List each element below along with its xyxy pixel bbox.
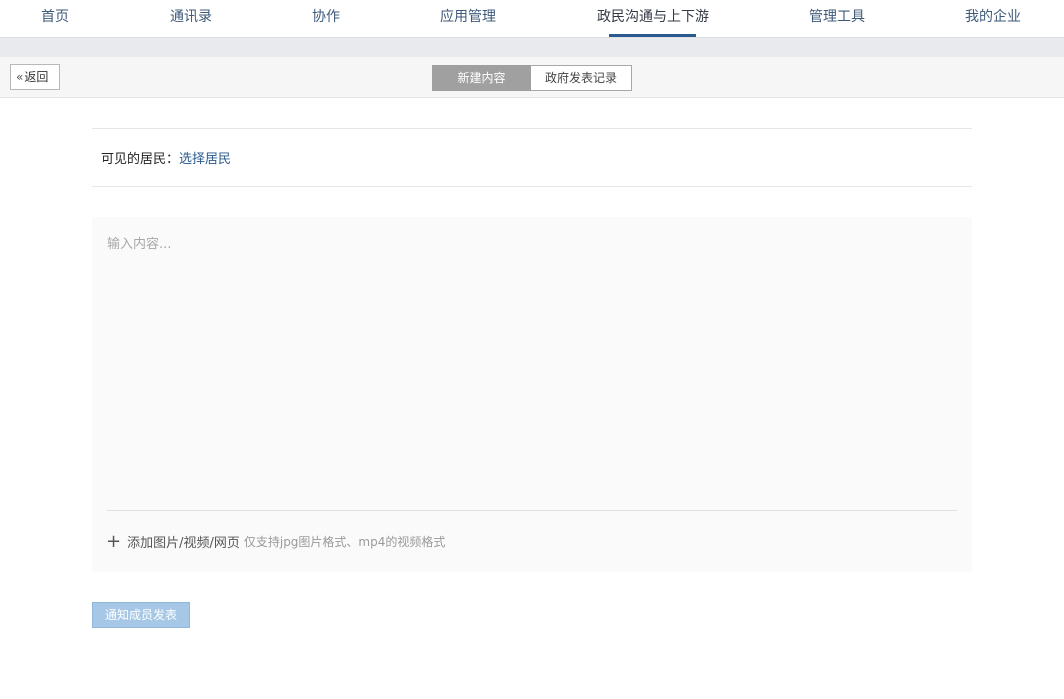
editor-divider [107, 510, 957, 511]
double-chevron-left-icon: « [16, 70, 24, 84]
content-tabs: 新建内容 政府发表记录 [432, 65, 632, 91]
tab-gov-post-history[interactable]: 政府发表记录 [531, 65, 632, 91]
active-tab-underline [609, 34, 696, 37]
nav-item-label: 通讯录 [170, 9, 212, 25]
divider [92, 186, 972, 187]
nav-item-label: 协作 [312, 9, 340, 25]
tab-label: 政府发表记录 [544, 71, 617, 85]
plus-icon[interactable]: + [106, 532, 121, 551]
back-button-label: 返回 [24, 70, 49, 84]
content-input[interactable] [92, 217, 972, 507]
add-media-button[interactable]: 添加图片/视频/网页 [127, 536, 240, 551]
nav-item-app-management[interactable]: 应用管理 [440, 0, 496, 38]
visible-residents-label: 可见的居民： [101, 152, 180, 167]
back-button[interactable]: «返回 [10, 64, 60, 90]
nav-item-label: 我的企业 [965, 9, 1021, 25]
nav-item-management-tools[interactable]: 管理工具 [809, 0, 865, 38]
nav-item-label: 政民沟通与上下游 [597, 9, 709, 25]
nav-item-my-enterprise[interactable]: 我的企业 [965, 0, 1021, 38]
notify-members-publish-button[interactable]: 通知成员发表 [92, 602, 190, 628]
tab-new-content[interactable]: 新建内容 [432, 65, 531, 91]
top-nav: 首页 通讯录 协作 应用管理 政民沟通与上下游 管理工具 我的企业 [0, 0, 1064, 38]
nav-item-collaboration[interactable]: 协作 [312, 0, 340, 38]
nav-item-label: 应用管理 [440, 9, 496, 25]
attach-media-row: + 添加图片/视频/网页 仅支持jpg图片格式、mp4的视频格式 [106, 531, 445, 551]
divider [92, 128, 972, 129]
visible-residents-row: 可见的居民：选择居民 [101, 148, 231, 167]
content-editor: + 添加图片/视频/网页仅支持jpg图片格式、mp4的视频格式 [92, 217, 972, 572]
toolbar: «返回 新建内容 政府发表记录 [0, 57, 1064, 98]
nav-item-gov-communication[interactable]: 政民沟通与上下游 [597, 0, 709, 38]
nav-item-label: 管理工具 [809, 9, 865, 25]
select-residents-link[interactable]: 选择居民 [179, 152, 231, 167]
nav-item-label: 首页 [41, 9, 69, 25]
header-spacer [0, 38, 1064, 57]
nav-item-home[interactable]: 首页 [41, 0, 69, 38]
tab-label: 新建内容 [457, 71, 506, 85]
attach-format-hint: 仅支持jpg图片格式、mp4的视频格式 [243, 535, 446, 549]
nav-item-contacts[interactable]: 通讯录 [170, 0, 212, 38]
